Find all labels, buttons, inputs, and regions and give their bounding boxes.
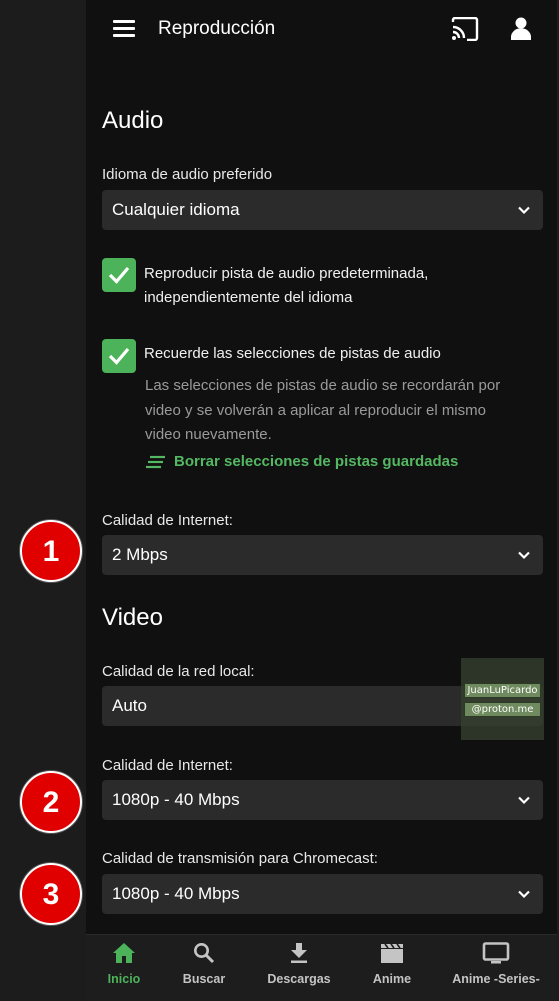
cast-icon[interactable]: [451, 16, 479, 42]
chevron-down-icon: [518, 206, 530, 215]
annotation-badge-2: 2: [20, 771, 82, 833]
audio-internet-quality-select[interactable]: 2 Mbps: [102, 535, 543, 575]
nav-label-buscar: Buscar: [182, 972, 226, 986]
preferred-audio-language-select[interactable]: Cualquier idioma: [102, 190, 543, 230]
nav-item-buscar[interactable]: Buscar: [176, 934, 232, 1000]
clear-saved-tracks-label: Borrar selecciones de pistas guardadas: [174, 453, 459, 470]
play-default-track-label-line2: independientemente del idioma: [144, 289, 353, 306]
user-icon[interactable]: [509, 16, 533, 42]
audio-heading: Audio: [102, 107, 164, 134]
nav-item-anime-series[interactable]: Anime -Series-: [450, 934, 542, 1000]
nav-label-inicio: Inicio: [107, 972, 141, 986]
watermark: JuanLuPicardo @proton.me: [461, 658, 544, 740]
chromecast-quality-value: 1080p - 40 Mbps: [112, 884, 240, 903]
clear-all-icon: [146, 455, 165, 469]
chromecast-quality-label: Calidad de transmisión para Chromecast:: [102, 850, 378, 867]
remember-audio-tracks-checkbox[interactable]: [102, 339, 136, 373]
help-line-3: video nuevamente.: [145, 426, 272, 443]
checkmark-icon: [108, 347, 130, 365]
video-heading: Video: [102, 604, 163, 631]
video-internet-quality-value: 1080p - 40 Mbps: [112, 790, 240, 809]
remember-audio-tracks-help: Las selecciones de pistas de audio se re…: [145, 374, 540, 448]
annotation-badge-3: 3: [20, 863, 82, 925]
watermark-line-1: JuanLuPicardo: [464, 683, 541, 698]
download-icon: [291, 943, 307, 963]
nav-item-anime[interactable]: Anime: [362, 934, 422, 1000]
tv-icon: [482, 942, 510, 964]
left-gutter: [0, 0, 86, 1000]
watermark-line-2: @proton.me: [464, 702, 541, 717]
play-default-track-label-line1: Reproducir pista de audio predeterminada…: [144, 265, 429, 282]
clapperboard-icon: [381, 943, 403, 963]
nav-label-anime: Anime: [372, 972, 412, 986]
chevron-down-icon: [518, 796, 530, 805]
menu-icon[interactable]: [113, 20, 135, 38]
audio-internet-quality-label: Calidad de Internet:: [102, 512, 233, 529]
home-icon: [113, 943, 135, 963]
page-title: Reproducción: [158, 18, 276, 39]
checkmark-icon: [108, 266, 130, 284]
video-internet-quality-label: Calidad de Internet:: [102, 757, 233, 774]
local-network-quality-value: Auto: [112, 696, 147, 715]
help-line-1: Las selecciones de pistas de audio se re…: [145, 377, 501, 394]
chevron-down-icon: [518, 890, 530, 899]
chevron-down-icon: [518, 551, 530, 560]
annotation-badge-1: 1: [20, 520, 82, 582]
remember-audio-tracks-label: Recuerde las selecciones de pistas de au…: [144, 345, 441, 362]
nav-label-anime-series: Anime -Series-: [452, 972, 540, 986]
nav-item-inicio[interactable]: Inicio: [96, 934, 152, 1000]
chromecast-quality-select[interactable]: 1080p - 40 Mbps: [102, 874, 543, 914]
nav-label-descargas: Descargas: [267, 972, 331, 986]
play-default-track-checkbox[interactable]: [102, 258, 136, 292]
preferred-audio-language-value: Cualquier idioma: [112, 200, 240, 219]
nav-item-descargas[interactable]: Descargas: [262, 934, 336, 1000]
preferred-audio-language-label: Idioma de audio preferido: [102, 166, 273, 183]
local-network-quality-label: Calidad de la red local:: [102, 663, 255, 680]
audio-internet-quality-value: 2 Mbps: [112, 545, 168, 564]
search-icon: [194, 943, 215, 964]
video-internet-quality-select[interactable]: 1080p - 40 Mbps: [102, 780, 543, 820]
help-line-2: video y se volverán a aplicar al reprodu…: [145, 401, 486, 419]
